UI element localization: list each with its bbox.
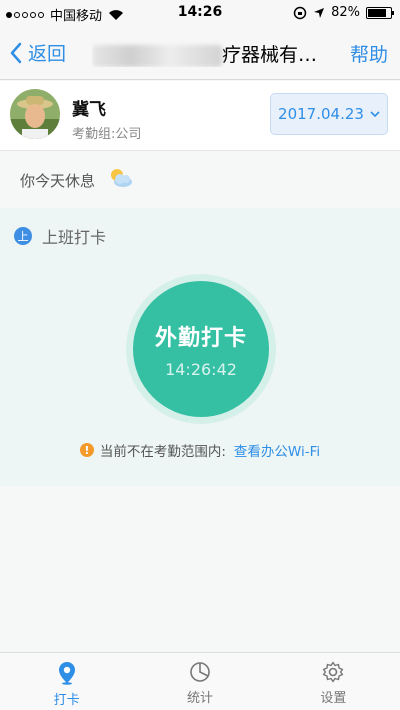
date-selector[interactable]: 2017.04.23 bbox=[270, 93, 388, 135]
tab-clock-in[interactable]: 打卡 bbox=[0, 653, 133, 710]
profile-header: 冀飞 考勤组:公司 2017.04.23 bbox=[0, 81, 400, 151]
warning-icon: ! bbox=[79, 443, 94, 457]
page-title-text: 疗器械有… bbox=[222, 44, 318, 66]
partly-cloudy-icon bbox=[111, 169, 132, 187]
battery-icon bbox=[366, 6, 394, 19]
tab-settings[interactable]: 设置 bbox=[267, 653, 400, 710]
view-office-wifi-link[interactable]: 查看办公Wi-Fi bbox=[234, 440, 320, 460]
page-title: 疗器械有… bbox=[92, 40, 328, 67]
user-name: 冀飞 bbox=[72, 100, 106, 120]
out-of-range-notice: ! 当前不在考勤范围内: 查看办公Wi-Fi bbox=[0, 440, 400, 460]
rest-status-text: 你今天休息 bbox=[20, 172, 96, 190]
section-title: 上班打卡 bbox=[42, 228, 107, 247]
help-button[interactable]: 帮助 bbox=[350, 40, 388, 67]
back-label: 返回 bbox=[28, 43, 67, 65]
shift-badge: 上 bbox=[14, 227, 32, 245]
battery-percent: 82% bbox=[331, 5, 360, 20]
chevron-left-icon bbox=[10, 42, 22, 63]
avatar[interactable] bbox=[10, 89, 60, 139]
gear-icon bbox=[323, 661, 344, 683]
tab-label: 统计 bbox=[186, 691, 213, 706]
location-pin-icon bbox=[58, 662, 75, 685]
pie-chart-icon bbox=[190, 662, 210, 682]
chevron-down-icon bbox=[370, 110, 380, 117]
clock-in-time: 14:26:42 bbox=[165, 359, 237, 379]
tab-label: 打卡 bbox=[53, 693, 80, 708]
tab-bar: 打卡 统计 设置 bbox=[0, 652, 400, 710]
tab-statistics[interactable]: 统计 bbox=[133, 653, 266, 710]
clock-in-ring: 外勤打卡 14:26:42 bbox=[126, 274, 276, 424]
back-button[interactable]: 返回 bbox=[10, 39, 66, 66]
redacted-title-area bbox=[92, 44, 222, 67]
field-clock-in-button[interactable]: 外勤打卡 14:26:42 bbox=[133, 281, 269, 417]
attendance-group: 考勤组:公司 bbox=[72, 127, 142, 142]
location-arrow-icon bbox=[314, 7, 325, 18]
warning-text: 当前不在考勤范围内: bbox=[99, 444, 226, 460]
status-right-group: 82% bbox=[293, 5, 394, 20]
status-bar: 中国移动 14:26 82% bbox=[0, 0, 400, 26]
rest-status-row: 你今天休息 bbox=[0, 152, 400, 208]
nav-bar: 返回 疗器械有… 帮助 bbox=[0, 26, 400, 80]
tab-label: 设置 bbox=[320, 691, 347, 706]
date-value: 2017.04.23 bbox=[278, 105, 364, 123]
section-header: 上 上班打卡 bbox=[14, 224, 106, 248]
rotation-lock-icon bbox=[293, 6, 307, 19]
clock-in-section: 上 上班打卡 外勤打卡 14:26:42 ! 当前不在考勤范围内: 查看办公Wi… bbox=[0, 208, 400, 486]
clock-in-label: 外勤打卡 bbox=[154, 325, 247, 351]
